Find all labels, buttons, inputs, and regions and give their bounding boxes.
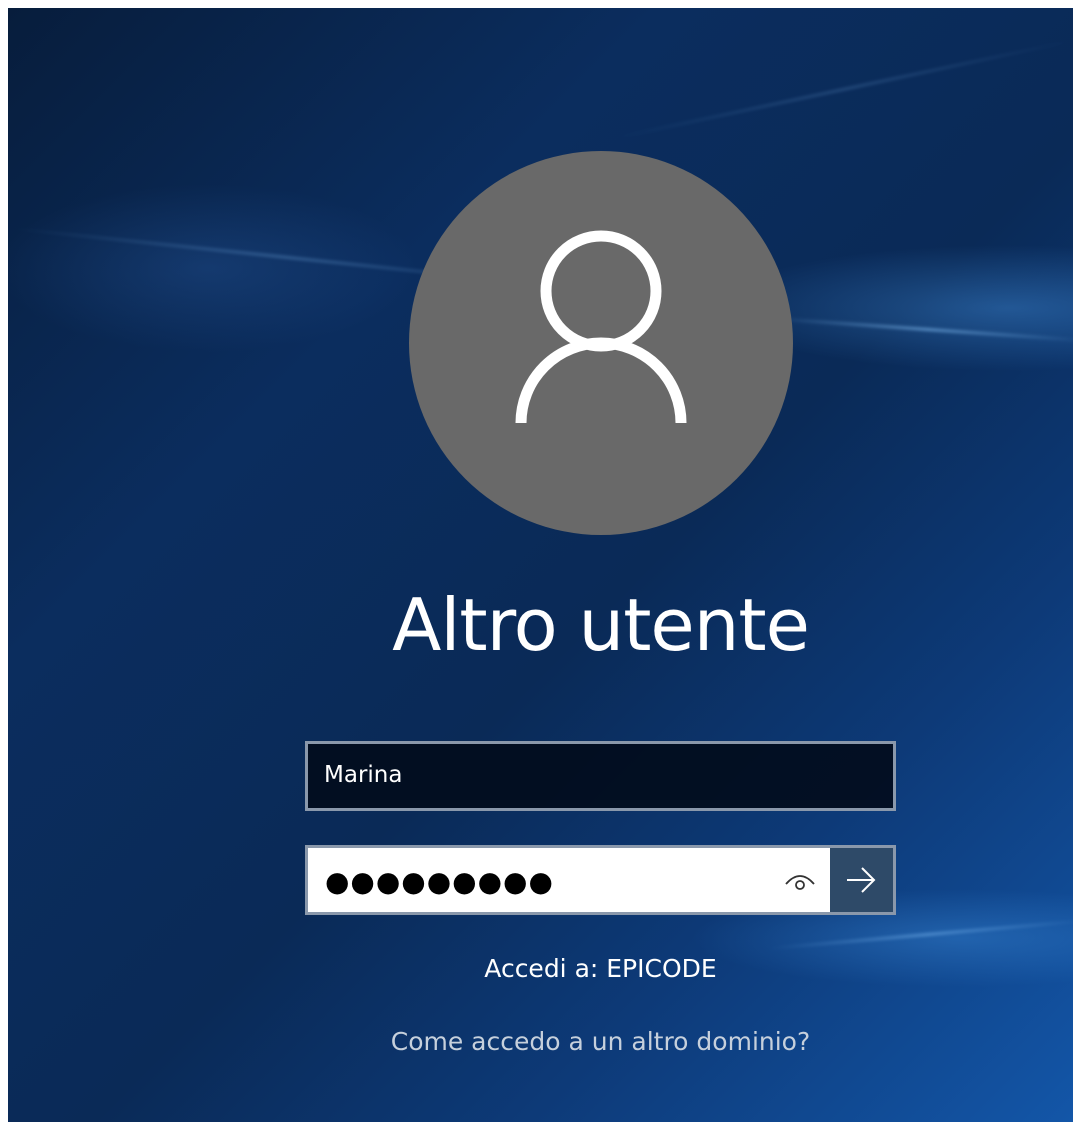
password-row: ●●●●●●●●●: [305, 845, 896, 915]
domain-label: Accedi a: EPICODE: [484, 954, 717, 983]
user-display-name: Altro utente: [392, 583, 810, 667]
user-silhouette-icon: [515, 230, 687, 424]
user-avatar: [409, 151, 793, 535]
background-light-beam: [768, 316, 1073, 343]
arrow-right-icon: [847, 867, 876, 893]
lock-screen: Altro utente Marina ●●●●●●●●● Accedi a: …: [8, 8, 1073, 1122]
background-light-beam: [612, 39, 1073, 140]
username-input[interactable]: Marina: [305, 741, 896, 811]
other-domain-link[interactable]: Come accedo a un altro dominio?: [8, 1022, 1073, 1062]
submit-button[interactable]: [830, 848, 893, 912]
eye-icon[interactable]: [782, 866, 818, 894]
password-input[interactable]: ●●●●●●●●●: [308, 848, 830, 912]
background-light-beam: [768, 919, 1073, 950]
